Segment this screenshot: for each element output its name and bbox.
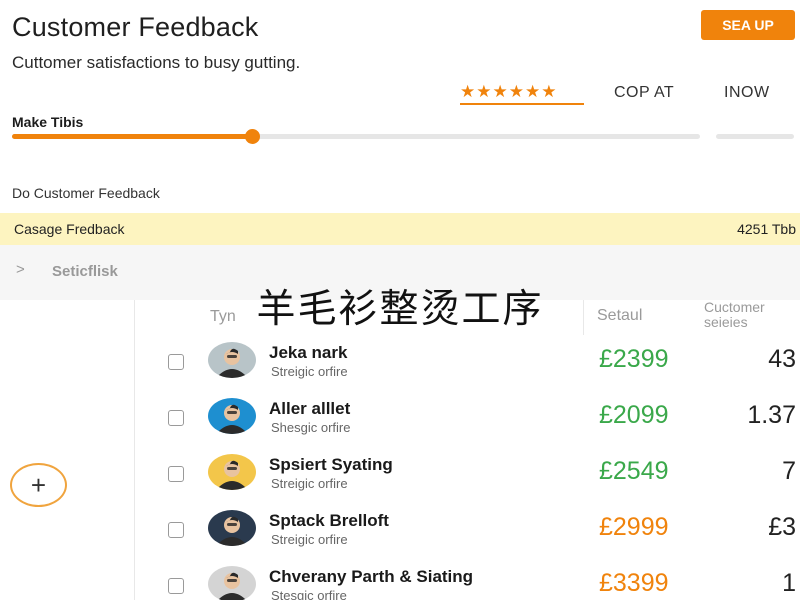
table-row[interactable]: Jeka nark Streigic orfire £2399 43 xyxy=(0,340,800,396)
tab-active-underline xyxy=(460,103,584,105)
person-avatar-icon xyxy=(216,460,248,490)
row-price: £3399 xyxy=(599,569,669,597)
highlight-label: Casage Fredback xyxy=(14,221,125,237)
progress-track[interactable] xyxy=(12,129,700,144)
row-price: £2099 xyxy=(599,401,669,429)
page-subtitle: Cuttomer satisfactions to busy gutting. xyxy=(12,53,301,72)
person-avatar-icon xyxy=(216,348,248,378)
row-checkbox[interactable] xyxy=(168,522,184,538)
row-role: Streigic orfire xyxy=(271,364,348,379)
row-role: Streigic orfire xyxy=(271,532,348,547)
row-name[interactable]: Chverany Parth & Siating xyxy=(269,567,473,587)
progress-secondary-track xyxy=(716,134,794,139)
row-name[interactable]: Sptack Brelloft xyxy=(269,511,389,531)
person-avatar-icon xyxy=(218,572,246,600)
section-heading: Do Customer Feedback xyxy=(12,185,160,201)
table-row[interactable]: Chverany Parth & Siating Stesgic orfire £3… xyxy=(0,564,800,600)
row-checkbox[interactable] xyxy=(168,354,184,370)
row-count: 7 xyxy=(782,457,796,485)
tab-cop-at[interactable]: COP AT xyxy=(614,84,674,102)
star-rating-icon: ★★★★★★ xyxy=(460,82,558,101)
row-role: Streigic orfire xyxy=(271,476,348,491)
row-checkbox[interactable] xyxy=(168,466,184,482)
row-count: 43 xyxy=(768,345,796,373)
progress-thumb[interactable] xyxy=(244,129,260,144)
table-row[interactable]: Spsiert Syating Streigic orfire £2549 7 xyxy=(0,452,800,508)
avatar xyxy=(208,566,256,600)
row-name[interactable]: Jeka nark xyxy=(269,343,347,363)
tab-rating[interactable]: ★★★★★★ xyxy=(460,82,584,105)
row-count: 1.37 xyxy=(747,401,796,429)
row-checkbox[interactable] xyxy=(168,410,184,426)
avatar xyxy=(208,398,256,434)
row-checkbox[interactable] xyxy=(168,578,184,594)
progress-fill xyxy=(12,134,253,139)
row-price: £2399 xyxy=(599,345,669,373)
progress-label: Make Tibis xyxy=(12,114,84,130)
avatar xyxy=(208,510,256,546)
person-avatar-icon xyxy=(216,404,248,434)
highlight-row[interactable]: Casage Fredback 4251 Tbb xyxy=(0,213,800,245)
person-avatar-icon xyxy=(216,516,248,546)
row-role: Shesgic orfire xyxy=(271,420,351,435)
overlay-caption: 羊毛衫整烫工序 xyxy=(256,287,544,332)
tab-inow[interactable]: INOW xyxy=(724,84,770,102)
highlight-value: 4251 Tbb xyxy=(737,221,796,237)
row-role: Stesgic orfire xyxy=(271,588,347,600)
table-row[interactable]: Sptack Brelloft Streigic orfire £2999 £3 xyxy=(0,508,800,564)
row-price: £2549 xyxy=(599,457,669,485)
avatar xyxy=(208,342,256,378)
chevron-right-icon: > xyxy=(16,261,25,278)
row-name[interactable]: Spsiert Syating xyxy=(269,455,393,475)
row-price: £2999 xyxy=(599,513,669,541)
signup-button[interactable]: SEA UP xyxy=(701,10,795,40)
row-count: 1 xyxy=(782,569,796,597)
table-row[interactable]: Aller alllet Shesgic orfire £2099 1.37 xyxy=(0,396,800,452)
avatar xyxy=(208,454,256,490)
row-name[interactable]: Aller alllet xyxy=(269,399,350,419)
page-title: Customer Feedback xyxy=(12,12,259,42)
row-count: £3 xyxy=(768,513,796,541)
